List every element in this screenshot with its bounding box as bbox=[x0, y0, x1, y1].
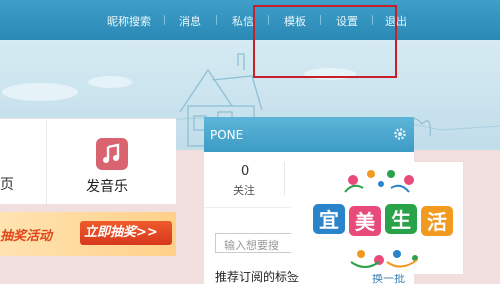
nav-messages[interactable]: 消息 bbox=[179, 13, 201, 29]
tag-search-input[interactable]: 输入想要搜 bbox=[215, 233, 303, 253]
logo-char-3: 生 bbox=[391, 208, 411, 232]
profile-name[interactable]: PONE bbox=[210, 128, 243, 142]
recommended-tags-title: 推荐订阅的标签 bbox=[215, 270, 300, 284]
music-icon[interactable] bbox=[96, 138, 128, 170]
highlight-annotation-box bbox=[253, 5, 397, 78]
logo-char-2: 美 bbox=[355, 210, 376, 234]
stats-divider bbox=[284, 162, 285, 196]
follow-label[interactable]: 关注 bbox=[233, 182, 255, 198]
nav-separator bbox=[164, 15, 165, 25]
post-music-label[interactable]: 发音乐 bbox=[86, 176, 128, 196]
gear-icon[interactable] bbox=[393, 127, 407, 141]
logo-char-4: 活 bbox=[427, 210, 447, 234]
lottery-banner-text: 抽奖活动 bbox=[0, 229, 53, 244]
logo-char-1: 宜 bbox=[319, 208, 339, 232]
nav-private-messages[interactable]: 私信 bbox=[232, 13, 254, 29]
follow-count[interactable]: 0 bbox=[241, 164, 249, 179]
partial-action-label[interactable]: 页 bbox=[0, 174, 14, 194]
lottery-now-button[interactable]: 立即抽奖>> bbox=[80, 221, 172, 245]
nav-separator bbox=[216, 15, 217, 25]
card-divider bbox=[46, 118, 47, 204]
yimei-shenghuo-logo: 宜 美 生 活 bbox=[313, 170, 453, 268]
nav-nickname-search[interactable]: 昵称搜索 bbox=[107, 13, 151, 29]
